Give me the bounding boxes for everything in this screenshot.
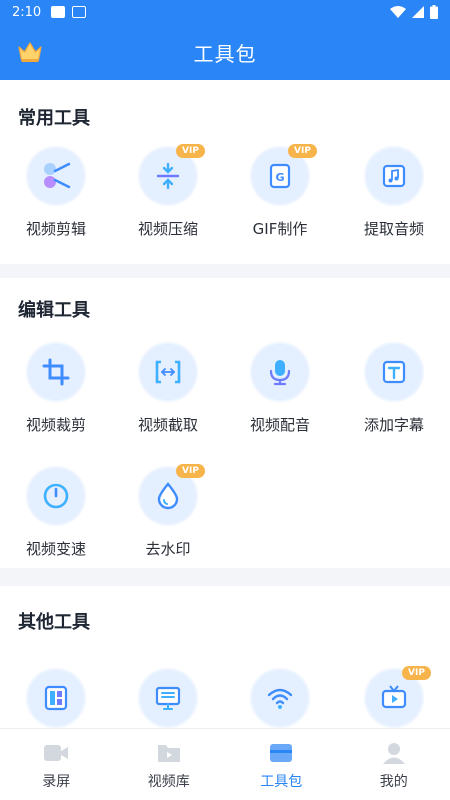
vip-badge: VIP	[402, 666, 431, 680]
app-notification-icon	[72, 6, 87, 18]
signal-icon	[412, 6, 424, 18]
camera-icon	[44, 745, 69, 761]
tool-label: GIF制作	[252, 220, 308, 238]
tool-label: 视频裁剪	[25, 416, 86, 434]
tool-video-compress[interactable]: VIP 视频压缩	[112, 144, 224, 256]
wifi-status-icon	[390, 6, 406, 18]
tab-mine[interactable]: 我的	[338, 729, 450, 800]
tool-label: 添加字幕	[363, 416, 424, 434]
wifi-icon	[250, 668, 310, 728]
section-other-tools: 其他工具 VIP	[0, 586, 450, 728]
trim-icon	[138, 342, 198, 402]
tool-video-edit[interactable]: 视频剪辑	[0, 146, 112, 256]
tool-video-trim[interactable]: 视频截取	[112, 342, 224, 452]
tool-label: 提取音频	[363, 220, 424, 238]
tool-label: 去水印	[145, 540, 191, 558]
tab-record[interactable]: 录屏	[0, 729, 113, 800]
crop-icon	[26, 342, 86, 402]
microphone-icon	[250, 342, 310, 402]
speed-gauge-icon	[26, 466, 86, 526]
tab-label: 工具包	[260, 774, 303, 790]
bottom-tab-bar: 录屏 视频库 工具包 我的	[0, 728, 450, 800]
page-title: 工具包	[193, 41, 257, 66]
tab-video-library[interactable]: 视频库	[113, 729, 226, 800]
tool-tv-play[interactable]: VIP	[338, 666, 450, 728]
tool-remove-watermark[interactable]: VIP 去水印	[112, 464, 224, 576]
tool-monitor-list[interactable]	[112, 668, 224, 728]
tool-wifi-transfer[interactable]	[224, 668, 336, 728]
section-title: 编辑工具	[18, 300, 90, 321]
monitor-list-icon	[138, 668, 198, 728]
section-common-tools: 常用工具 视频剪辑 VIP 视频压缩 G VIP GIF制作 提取音频	[0, 80, 450, 264]
status-time: 2:10	[12, 4, 42, 20]
tab-label: 我的	[379, 774, 408, 790]
tool-list: 常用工具 视频剪辑 VIP 视频压缩 G VIP GIF制作 提取音频 编辑工具…	[0, 80, 450, 728]
toolbox-icon	[270, 744, 293, 762]
battery-icon	[430, 5, 438, 19]
tool-video-dub[interactable]: 视频配音	[224, 342, 336, 452]
tool-label: 视频剪辑	[25, 220, 86, 238]
section-edit-tools: 编辑工具 视频裁剪 视频截取 视频配音 添加字幕 视频变速 VIP 去水印	[0, 278, 450, 568]
section-title: 常用工具	[18, 108, 90, 129]
tool-extract-audio[interactable]: 提取音频	[338, 146, 450, 256]
notification-icon	[51, 6, 66, 18]
tool-label: 视频截取	[137, 416, 198, 434]
tool-gif-make[interactable]: G VIP GIF制作	[224, 144, 336, 256]
tool-label: 视频变速	[25, 540, 86, 558]
crown-icon[interactable]	[16, 38, 44, 66]
tab-label: 视频库	[147, 774, 190, 790]
text-icon	[364, 342, 424, 402]
user-icon	[382, 743, 405, 764]
tool-label: 视频压缩	[137, 220, 198, 238]
app-bar: 工具包	[0, 24, 450, 80]
tool-video-speed[interactable]: 视频变速	[0, 466, 112, 576]
status-bar: 2:10	[0, 0, 450, 24]
tool-add-subtitle[interactable]: 添加字幕	[338, 342, 450, 452]
layout-icon	[26, 668, 86, 728]
vip-badge: VIP	[176, 144, 205, 158]
tool-label: 视频配音	[249, 416, 310, 434]
svg-text:G: G	[275, 171, 284, 184]
tool-layout[interactable]	[0, 668, 112, 728]
vip-badge: VIP	[176, 464, 205, 478]
tool-video-crop[interactable]: 视频裁剪	[0, 342, 112, 452]
scissors-icon	[26, 146, 86, 206]
folder-video-icon	[157, 745, 180, 762]
vip-badge: VIP	[288, 144, 317, 158]
tab-toolbox[interactable]: 工具包	[225, 729, 338, 800]
tab-label: 录屏	[42, 774, 71, 790]
section-title: 其他工具	[18, 612, 90, 633]
music-note-icon	[364, 146, 424, 206]
